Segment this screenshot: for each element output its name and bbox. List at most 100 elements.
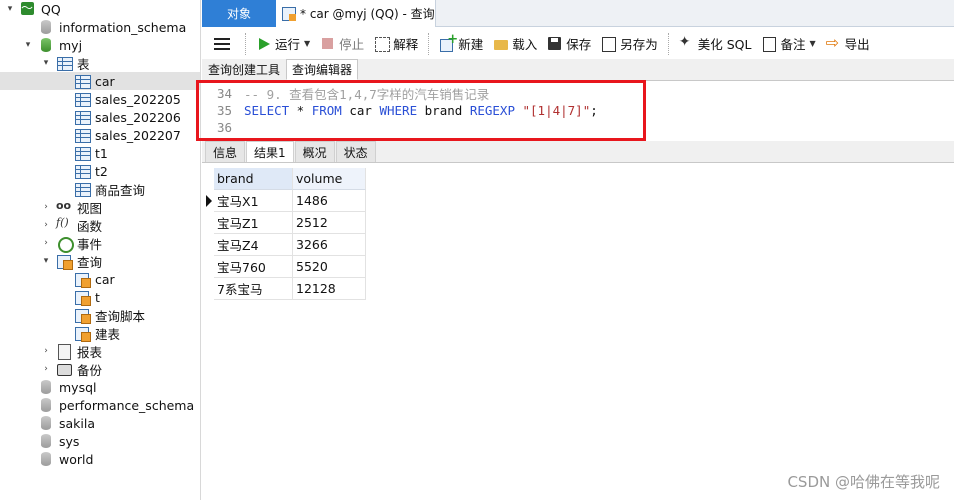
new-label: 新建 (458, 37, 484, 52)
cell-volume[interactable]: 3266 (293, 234, 366, 256)
tab-objects[interactable]: 对象 (202, 0, 276, 27)
tree-item-label: 建表 (95, 326, 121, 342)
database-icon (38, 415, 54, 431)
explain-button[interactable]: 解释 (369, 32, 423, 56)
query-icon (74, 289, 91, 306)
tab-info[interactable]: 信息 (205, 141, 246, 162)
tab-result-1[interactable]: 结果1 (246, 141, 294, 162)
watermark: CSDN @哈佛在等我呢 (787, 473, 940, 491)
tree-item-db-world[interactable]: world (0, 450, 200, 468)
run-button[interactable]: 运行 ▼ (251, 32, 315, 56)
stop-button[interactable]: 停止 (315, 32, 369, 56)
new-button[interactable]: 新建 (434, 32, 488, 56)
tree-item-views[interactable]: › 视图 (0, 198, 200, 216)
menu-icon[interactable] (214, 36, 230, 51)
tree-item-query-script[interactable]: 查询脚本 (0, 306, 200, 324)
tree-item-table-t1[interactable]: t1 (0, 144, 200, 162)
expand-arrow-icon[interactable]: ▾ (40, 54, 52, 72)
chevron-down-icon[interactable]: ▼ (304, 39, 310, 48)
tree-item-table-sales-202205[interactable]: sales_202205 (0, 90, 200, 108)
new-query-icon (439, 32, 458, 52)
save-as-button[interactable]: 另存为 (596, 32, 663, 56)
cell-brand[interactable]: 宝马Z4 (214, 234, 293, 256)
tree-item-db-sakila[interactable]: sakila (0, 414, 200, 432)
tab-profile[interactable]: 概况 (294, 141, 335, 162)
expand-arrow-icon[interactable]: › (40, 342, 52, 360)
column-header-volume[interactable]: volume (293, 168, 366, 190)
tree-item-db-mysql[interactable]: mysql (0, 378, 200, 396)
line-number: 35 (216, 103, 232, 118)
tree-item-db-information-schema[interactable]: information_schema (0, 18, 200, 36)
tree-item-functions[interactable]: › 函数 (0, 216, 200, 234)
tree-item-queries[interactable]: ▾ 查询 (0, 252, 200, 270)
tree-item-db-sys[interactable]: sys (0, 432, 200, 450)
expand-arrow-icon[interactable]: ▾ (4, 0, 16, 18)
cell-volume[interactable]: 12128 (293, 278, 366, 300)
tree-item-events[interactable]: › 事件 (0, 234, 200, 253)
export-button[interactable]: 导出 (821, 32, 875, 56)
tree-item-tables[interactable]: ▾ 表 (0, 54, 200, 72)
cell-brand[interactable]: 7系宝马 (214, 278, 293, 300)
cell-brand[interactable]: 宝马Z1 (214, 212, 293, 234)
load-button[interactable]: 载入 (488, 32, 542, 56)
tree-item-label: world (59, 451, 94, 467)
cell-brand[interactable]: 宝马X1 (214, 190, 293, 212)
beautify-label: 美化 SQL (697, 37, 752, 52)
cell-volume[interactable]: 2512 (293, 212, 366, 234)
tree-item-table-product-query[interactable]: 商品查询 (0, 180, 200, 198)
database-icon (38, 379, 54, 395)
save-button[interactable]: 保存 (542, 32, 596, 56)
sql-editor[interactable]: 34 -- 9. 查看包含1,4,7字样的汽车销售记录 35 SELECT * … (202, 82, 954, 140)
cell-brand[interactable]: 宝马760 (214, 256, 293, 278)
tree-item-table-sales-202207[interactable]: sales_202207 (0, 126, 200, 144)
expand-arrow-icon (58, 108, 70, 126)
toolbar-separator (245, 32, 246, 55)
current-row-icon (202, 190, 214, 212)
toolbar-separator (428, 32, 430, 55)
expand-arrow-icon (58, 270, 70, 288)
tree-item-reports[interactable]: › 报表 (0, 342, 200, 360)
table-row[interactable]: 宝马X1 1486 (202, 190, 372, 212)
tree-item-query-car[interactable]: car (0, 270, 200, 288)
expand-arrow-icon (22, 414, 34, 432)
tree-item-backups[interactable]: › 备份 (0, 360, 200, 378)
note-button[interactable]: 备注 ▼ (756, 32, 820, 56)
database-icon (38, 451, 54, 467)
code-line: 34 -- 9. 查看包含1,4,7字样的汽车销售记录 (202, 85, 902, 102)
tree-item-label: 备份 (77, 362, 103, 378)
tree-item-table-car[interactable]: car (0, 72, 200, 90)
tree-item-table-t2[interactable]: t2 (0, 162, 200, 180)
beautify-sql-button[interactable]: 美化 SQL (674, 32, 757, 56)
tab-query-label: * car @myj (QQ) - 查询 (300, 7, 435, 21)
expand-arrow-icon[interactable]: ▾ (40, 252, 52, 270)
tab-status[interactable]: 状态 (335, 141, 376, 162)
table-row[interactable]: 宝马Z4 3266 (202, 234, 372, 256)
tree-item-db-performance-schema[interactable]: performance_schema (0, 396, 200, 414)
tree-item-query-t[interactable]: t (0, 288, 200, 306)
expand-arrow-icon[interactable]: › (40, 360, 52, 378)
tab-query-builder[interactable]: 查询创建工具 (202, 59, 286, 80)
table-icon (74, 163, 91, 179)
export-label: 导出 (844, 37, 870, 52)
column-header-brand[interactable]: brand (214, 168, 293, 190)
expand-arrow-icon[interactable]: › (40, 234, 52, 252)
tree-item-query-create-table[interactable]: 建表 (0, 324, 200, 342)
table-row[interactable]: 宝马760 5520 (202, 256, 372, 278)
tree-item-db-myj[interactable]: ▾ myj (0, 36, 200, 54)
note-label: 备注 (780, 37, 806, 52)
database-icon (38, 397, 54, 413)
expand-arrow-icon[interactable]: › (40, 216, 52, 234)
backup-icon (56, 361, 72, 377)
tab-query-editor[interactable]: 查询编辑器 (286, 59, 359, 80)
cell-volume[interactable]: 1486 (293, 190, 366, 212)
chevron-down-icon[interactable]: ▼ (810, 39, 816, 48)
tree-item-table-sales-202206[interactable]: sales_202206 (0, 108, 200, 126)
tree-item-connection-qq[interactable]: ▾ QQ (0, 0, 200, 18)
cell-volume[interactable]: 5520 (293, 256, 366, 278)
tab-query-car[interactable]: * car @myj (QQ) - 查询 (276, 0, 436, 27)
expand-arrow-icon[interactable]: › (40, 198, 52, 216)
expand-arrow-icon[interactable]: ▾ (22, 36, 34, 54)
table-row[interactable]: 7系宝马 12128 (202, 278, 372, 300)
table-row[interactable]: 宝马Z1 2512 (202, 212, 372, 234)
tree-item-label: 查询脚本 (95, 308, 146, 324)
